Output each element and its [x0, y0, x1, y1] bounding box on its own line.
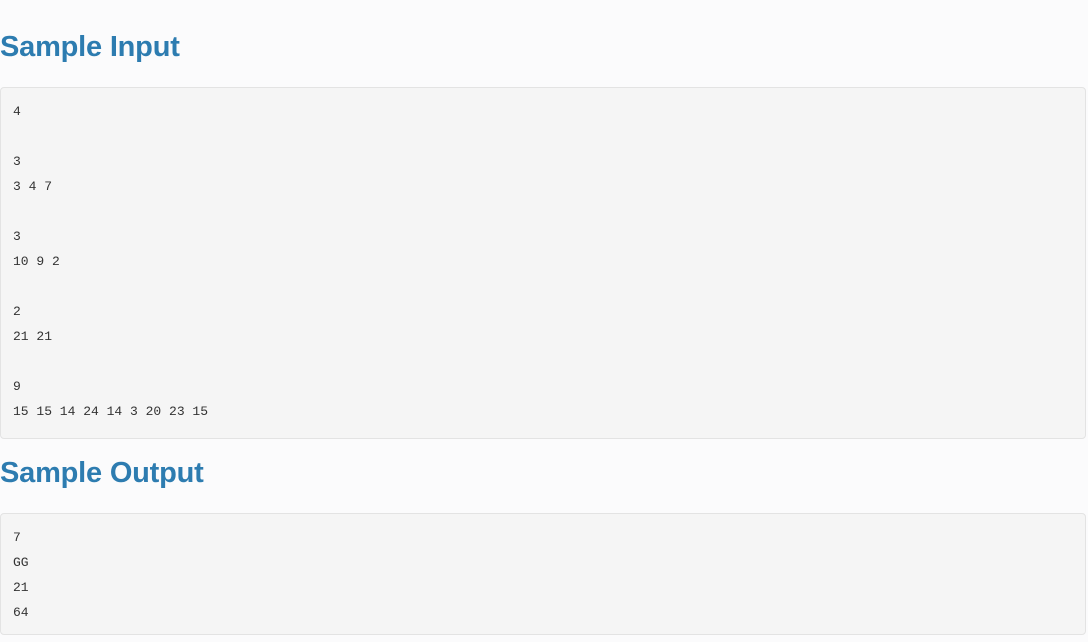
page-title-sample-input: Sample Input	[0, 31, 180, 63]
sample-input-text: 4 3 3 4 7 3 10 9 2 2 21 21 9 15 15 14 24…	[13, 104, 209, 419]
page-title-sample-output: Sample Output	[0, 457, 204, 489]
sample-input-code-block: 4 3 3 4 7 3 10 9 2 2 21 21 9 15 15 14 24…	[0, 87, 1086, 439]
sample-output-text: 7 GG 21 64	[13, 530, 29, 620]
sample-output-code-block: 7 GG 21 64	[0, 513, 1086, 635]
problem-statement-page: Sample Input 4 3 3 4 7 3 10 9 2 2 21 21 …	[0, 0, 1088, 642]
